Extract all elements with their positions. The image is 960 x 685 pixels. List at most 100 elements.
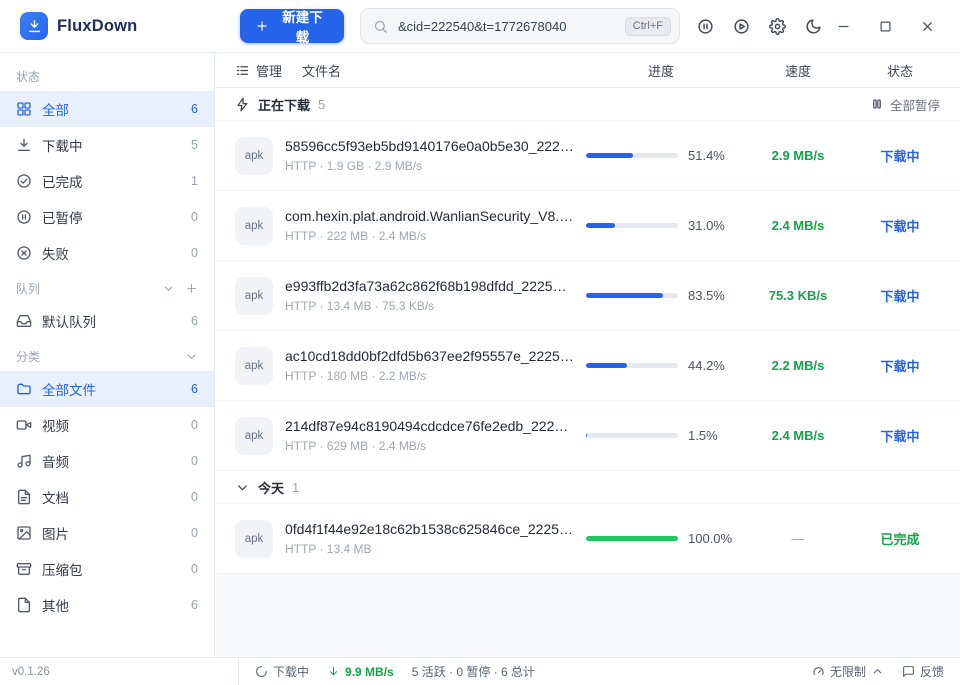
file-type-badge: apk	[235, 520, 273, 558]
progress-percent: 1.5%	[688, 428, 736, 443]
sidebar-item-count: 5	[191, 138, 198, 152]
sidebar-section-title: 状态	[0, 61, 214, 91]
statusbar: v0.1.26 下载中 9.9 MB/s 5 活跃 · 0 暂停 · 6 总计 …	[0, 657, 960, 685]
sidebar-section-categories: 分类 全部文件 6 视频 0	[0, 341, 214, 623]
download-speed: 2.9 MB/s	[748, 148, 848, 163]
chevron-down-icon[interactable]	[162, 282, 175, 295]
sidebar-item[interactable]: 其他 6	[0, 587, 214, 623]
manage-icon	[235, 63, 250, 78]
sidebar-section-title: 队列	[0, 273, 214, 303]
progress-bar-fill	[586, 223, 615, 228]
arrow-down-icon	[327, 665, 340, 678]
app-body: 状态 全部 6 下载中 5 已完成	[0, 53, 960, 657]
file-meta: HTTP · 13.4 MB	[285, 542, 574, 556]
sidebar-item[interactable]: 默认队列 6	[0, 303, 214, 339]
feedback-button[interactable]: 反馈	[902, 663, 944, 680]
progress-percent: 83.5%	[688, 288, 736, 303]
manage-button[interactable]: 管理	[235, 61, 282, 80]
file-meta: HTTP · 629 MB · 2.4 MB/s	[285, 439, 574, 453]
file-name: 0fd4f1f44e92e18c62b1538c625846ce_22254..…	[285, 521, 574, 537]
sidebar-item-count: 0	[191, 418, 198, 432]
sidebar-item-count: 6	[191, 102, 198, 116]
app-version: v0.1.26	[0, 658, 239, 685]
settings-icon	[769, 18, 786, 35]
sidebar-item-label: 已完成	[42, 171, 181, 191]
sidebar-item[interactable]: 图片 0	[0, 515, 214, 551]
sidebar-item[interactable]: 视频 0	[0, 407, 214, 443]
queue-icon	[16, 313, 32, 329]
maximize-icon	[878, 19, 893, 34]
sidebar-item[interactable]: 全部 6	[0, 91, 214, 127]
sidebar-item-label: 音频	[42, 451, 181, 471]
sidebar-item[interactable]: 文档 0	[0, 479, 214, 515]
add-queue-icon[interactable]	[185, 282, 198, 295]
download-row[interactable]: apk e993ffb2d3fa73a62c862f68b198dfdd_222…	[215, 261, 960, 331]
sidebar-item-count: 6	[191, 598, 198, 612]
theme-toggle-button[interactable]	[798, 11, 828, 41]
progress-percent: 100.0%	[688, 531, 736, 546]
progress-cell: 100.0%	[586, 531, 736, 546]
progress-cell: 1.5%	[586, 428, 736, 443]
download-row[interactable]: apk ac10cd18dd0bf2dfd5b637ee2f95557e_222…	[215, 331, 960, 401]
image-icon	[16, 525, 32, 541]
sidebar-item[interactable]: 下载中 5	[0, 127, 214, 163]
download-list: 正在下载 5 全部暂停 apk 58596cc5f93eb5bd9140176e…	[215, 88, 960, 657]
download-status: 下载中	[860, 356, 940, 375]
pause-all-button[interactable]: 全部暂停	[870, 95, 940, 114]
minimize-button[interactable]	[828, 11, 858, 41]
archive-icon	[16, 561, 32, 577]
section-title-text: 状态	[16, 68, 40, 85]
topbar: FluxDown 新建下载 Ctrl+F	[0, 0, 960, 53]
sidebar-item[interactable]: 音频 0	[0, 443, 214, 479]
download-row[interactable]: apk 214df87e94c8190494cdcdce76fe2edb_222…	[215, 401, 960, 471]
download-speed: 75.3 KB/s	[748, 288, 848, 303]
sidebar-item[interactable]: 全部文件 6	[0, 371, 214, 407]
chevron-down-icon[interactable]	[185, 350, 198, 363]
progress-cell: 51.4%	[586, 148, 736, 163]
app-brand: FluxDown	[20, 12, 220, 40]
speed-limit-control[interactable]: 无限制	[812, 663, 884, 680]
column-status: 状态	[860, 61, 940, 80]
sidebar-item[interactable]: 压缩包 0	[0, 551, 214, 587]
check-circle-icon	[16, 173, 32, 189]
pause-all-button[interactable]	[690, 11, 720, 41]
statusbar-state: 下载中	[255, 663, 309, 680]
section-title-text: 分类	[16, 348, 40, 365]
new-download-button[interactable]: 新建下载	[240, 9, 344, 43]
minimize-icon	[836, 19, 851, 34]
queue-items: 默认队列 6	[0, 303, 214, 339]
close-icon	[920, 19, 935, 34]
pause-circle-icon	[697, 18, 714, 35]
sidebar-item[interactable]: 失败 0	[0, 235, 214, 271]
settings-button[interactable]	[762, 11, 792, 41]
file-meta: HTTP · 222 MB · 2.4 MB/s	[285, 229, 574, 243]
fluxdown-app: FluxDown 新建下载 Ctrl+F	[0, 0, 960, 685]
download-status: 下载中	[860, 286, 940, 305]
group-today-header[interactable]: 今天 1	[215, 471, 960, 504]
progress-cell: 44.2%	[586, 358, 736, 373]
download-row[interactable]: apk 58596cc5f93eb5bd9140176e0a0b5e30_222…	[215, 121, 960, 191]
progress-bar-fill	[586, 293, 663, 298]
close-button[interactable]	[912, 11, 942, 41]
progress-percent: 44.2%	[688, 358, 736, 373]
download-row[interactable]: apk 0fd4f1f44e92e18c62b1538c625846ce_222…	[215, 504, 960, 574]
sidebar-item-label: 文档	[42, 487, 181, 507]
search-shortcut-badge: Ctrl+F	[625, 17, 671, 36]
file-icon	[16, 597, 32, 613]
group-count: 1	[292, 480, 299, 495]
spinner-icon	[255, 665, 268, 678]
sidebar-item[interactable]: 已暂停 0	[0, 199, 214, 235]
moon-icon	[805, 18, 822, 35]
search-input[interactable]	[396, 18, 617, 35]
file-name: 58596cc5f93eb5bd9140176e0a0b5e30_2225...	[285, 138, 574, 154]
sidebar-item[interactable]: 已完成 1	[0, 163, 214, 199]
resume-all-button[interactable]	[726, 11, 756, 41]
search-box[interactable]: Ctrl+F	[360, 8, 680, 44]
download-status: 下载中	[860, 426, 940, 445]
logo-download-icon	[26, 18, 43, 35]
progress-bar	[586, 363, 678, 368]
file-name: 214df87e94c8190494cdcdce76fe2edb_22254..…	[285, 418, 574, 434]
maximize-button[interactable]	[870, 11, 900, 41]
download-row[interactable]: apk com.hexin.plat.android.WanlianSecuri…	[215, 191, 960, 261]
plus-icon	[255, 19, 269, 33]
